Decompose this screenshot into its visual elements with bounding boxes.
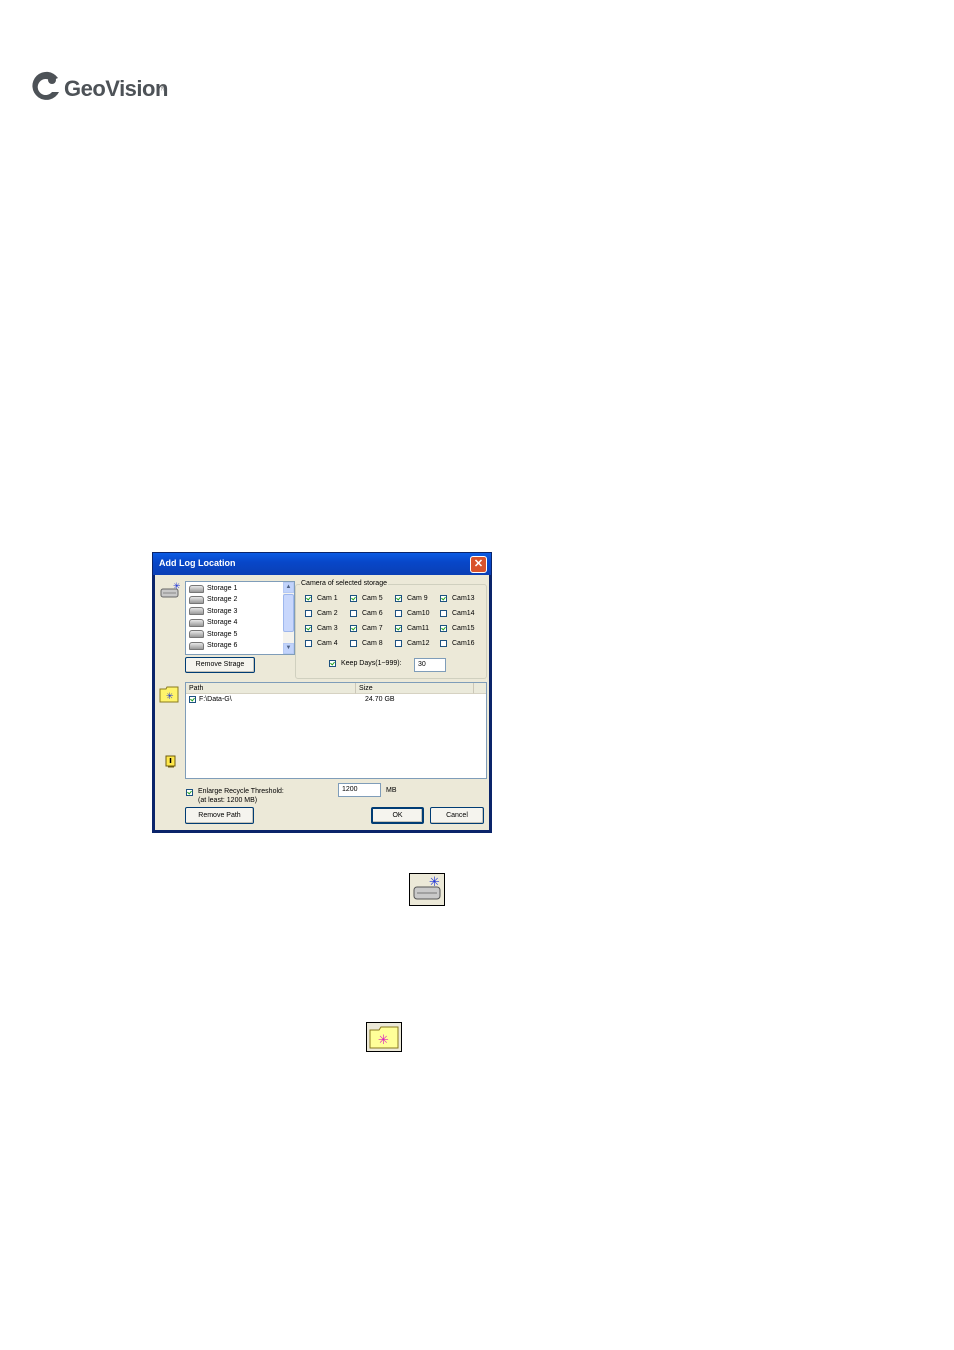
camera-label: Cam 1 — [317, 595, 338, 602]
storage-label: Storage 6 — [207, 642, 238, 649]
camera-label: Cam13 — [452, 595, 475, 602]
camera-label: Cam 7 — [362, 625, 383, 632]
size-column-header[interactable]: Size — [356, 683, 474, 694]
dialog-title: Add Log Location — [159, 558, 236, 568]
add-path-icon[interactable]: ✳ — [159, 685, 179, 703]
camera-group-title: Camera of selected storage — [300, 580, 388, 587]
camera-checkbox[interactable]: Cam 7 — [350, 625, 383, 632]
keep-days-input[interactable]: 30 — [414, 658, 446, 672]
camera-checkbox[interactable]: Cam 9 — [395, 595, 428, 602]
row-checkbox[interactable] — [189, 696, 196, 703]
geovision-logo-icon — [32, 71, 59, 100]
camera-checkbox[interactable]: Cam15 — [440, 625, 475, 632]
storage-label: Storage 2 — [207, 596, 238, 604]
row-path: F:\Data-G\ — [199, 696, 232, 703]
camera-label: Cam 2 — [317, 610, 338, 617]
drive-icon — [189, 595, 204, 604]
list-item[interactable]: Storage 1 — [189, 583, 237, 594]
storage-label: Storage 3 — [207, 607, 238, 615]
camera-checkbox[interactable]: Cam 2 — [305, 610, 338, 617]
camera-checkbox[interactable]: Cam 1 — [305, 595, 338, 602]
list-item[interactable]: Storage 2 — [189, 594, 237, 605]
list-item[interactable]: Storage 4 — [189, 617, 237, 628]
storage-label: Storage 1 — [207, 585, 238, 592]
camera-label: Cam 8 — [362, 640, 383, 647]
path-table[interactable]: Path Size F:\Data-G\ 24.70 GB — [185, 682, 487, 779]
camera-checkbox[interactable]: Cam 8 — [350, 640, 383, 647]
path-column-header[interactable]: Path — [186, 683, 356, 694]
camera-label: Cam 4 — [317, 640, 338, 647]
dialog-client: ✳ ✳ Storage 1 Storage 2 Storage 3 Storage 4… — [155, 575, 489, 830]
camera-label: Cam10 — [407, 610, 430, 617]
drive-icon — [189, 584, 204, 593]
camera-label: Cam 3 — [317, 625, 338, 632]
svg-text:✳: ✳ — [378, 1033, 389, 1048]
camera-checkbox[interactable]: Cam 5 — [350, 595, 383, 602]
row-size: 24.70 GB — [365, 696, 395, 703]
brand-name: GeoVision — [64, 76, 168, 101]
svg-text:✳: ✳ — [173, 582, 180, 592]
camera-label: Cam15 — [452, 625, 475, 632]
drive-icon — [189, 630, 204, 639]
dialog-titlebar[interactable]: Add Log Location ✕ — [153, 553, 491, 575]
storage-label: Storage 5 — [207, 630, 238, 638]
list-item[interactable]: Storage 6 — [189, 640, 237, 651]
info-icon[interactable] — [165, 755, 177, 769]
keep-days-checkbox[interactable]: Keep Days(1~999): — [329, 660, 402, 667]
camera-checkbox[interactable]: Cam10 — [395, 610, 430, 617]
storage-list[interactable]: Storage 1 Storage 2 Storage 3 Storage 4 Stor… — [185, 581, 295, 655]
camera-checkbox[interactable]: Cam14 — [440, 610, 475, 617]
enlarge-threshold-label: Enlarge Recycle Threshold: — [198, 788, 284, 795]
camera-checkbox[interactable]: Cam 6 — [350, 610, 383, 617]
enlarge-threshold-note: (at least: 1200 MB) — [198, 797, 258, 804]
close-button[interactable]: ✕ — [470, 556, 487, 573]
camera-checkbox[interactable]: Cam13 — [440, 595, 475, 602]
camera-checkbox[interactable]: Cam11 — [395, 625, 429, 632]
geovision-logo: GeoVision Inc — [28, 70, 173, 106]
remove-storage-button[interactable]: Remove Strage — [185, 657, 255, 673]
storage-label: Storage 4 — [207, 619, 238, 627]
scroll-down-icon[interactable]: ▼ — [283, 643, 294, 654]
camera-label: Cam14 — [452, 610, 475, 617]
keep-days-label: Keep Days(1~999): — [341, 660, 402, 667]
scroll-up-icon[interactable]: ▲ — [283, 582, 294, 593]
add-log-location-dialog: Add Log Location ✕ ✳ ✳ Storage 1 Storage … — [152, 552, 492, 833]
storage-list-scrollbar[interactable]: ▲ ▼ — [283, 582, 294, 654]
camera-checkbox[interactable]: Cam12 — [395, 640, 430, 647]
camera-label: Cam11 — [407, 625, 430, 632]
cancel-button[interactable]: Cancel — [430, 807, 484, 824]
camera-label: Cam12 — [407, 640, 430, 647]
drive-icon — [189, 641, 204, 650]
ok-button[interactable]: OK — [371, 807, 424, 824]
add-storage-icon[interactable]: ✳ — [160, 581, 180, 599]
threshold-input[interactable]: 1200 — [338, 783, 381, 797]
camera-checkbox[interactable]: Cam16 — [440, 640, 475, 647]
remove-path-button[interactable]: Remove Path — [185, 807, 254, 824]
camera-label: Cam16 — [452, 640, 475, 647]
camera-label: Cam 9 — [407, 595, 428, 602]
scroll-thumb[interactable] — [283, 594, 294, 632]
camera-label: Cam 6 — [362, 610, 383, 617]
camera-checkbox[interactable]: Cam 3 — [305, 625, 338, 632]
drive-icon — [189, 618, 204, 627]
list-item[interactable]: Storage 5 — [189, 629, 237, 640]
table-row[interactable]: F:\Data-G\ 24.70 GB — [189, 696, 395, 703]
camera-checkbox[interactable]: Cam 4 — [305, 640, 338, 647]
list-item[interactable]: Storage 3 — [189, 606, 237, 617]
svg-text:✳: ✳ — [429, 875, 440, 890]
brand-suffix: Inc — [159, 84, 165, 91]
camera-group: Camera of selected storage Cam 1 Cam 5 Cam… — [295, 580, 487, 679]
add-path-icon: ✳ — [366, 1022, 402, 1052]
add-storage-icon: ✳ — [409, 873, 445, 906]
enlarge-threshold-checkbox[interactable]: Enlarge Recycle Threshold: (at least: 12… — [186, 787, 284, 805]
drive-icon — [189, 607, 204, 616]
threshold-unit: MB — [386, 787, 397, 794]
svg-text:✳: ✳ — [166, 692, 174, 702]
camera-label: Cam 5 — [362, 595, 383, 602]
